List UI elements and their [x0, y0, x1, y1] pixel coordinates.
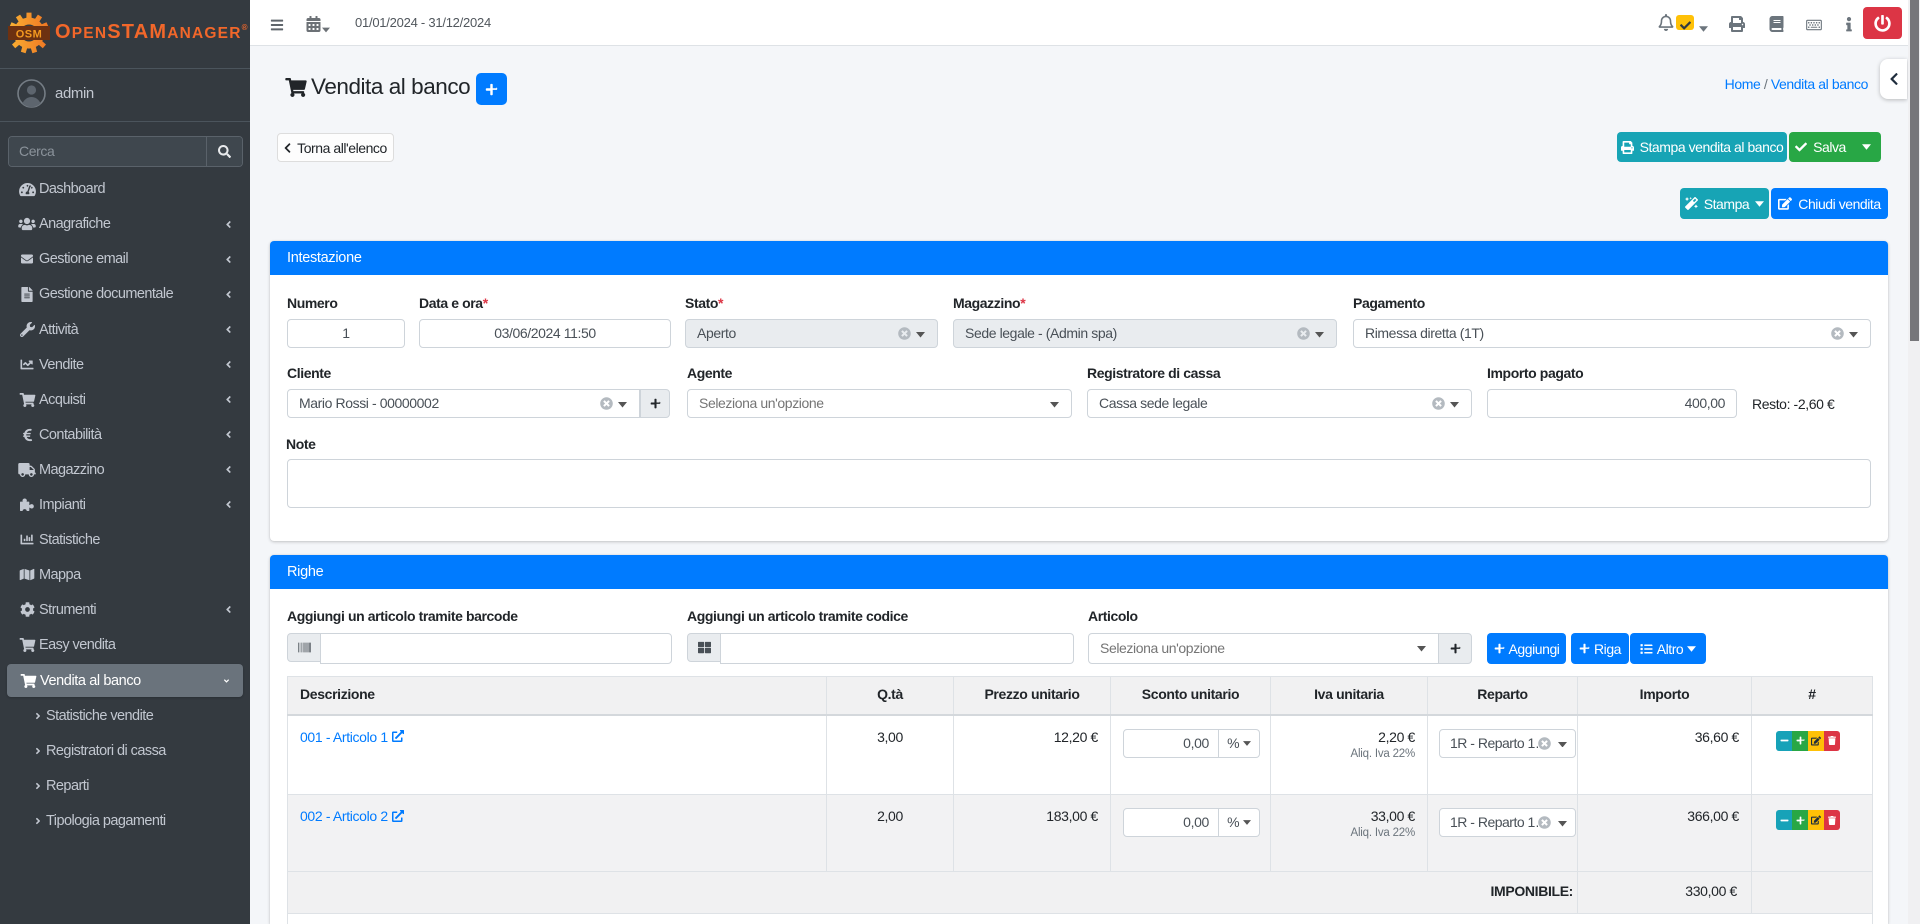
- svg-text:OSM: OSM: [16, 29, 43, 41]
